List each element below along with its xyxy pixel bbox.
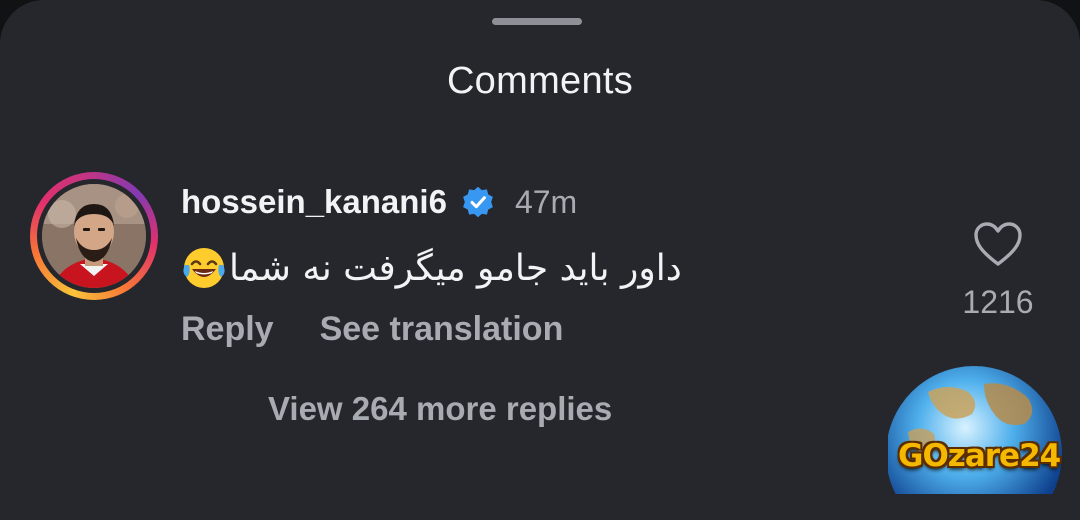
see-translation-button[interactable]: See translation (320, 310, 564, 349)
comment-username[interactable]: hossein_kanani6 (181, 183, 447, 221)
like-count: 1216 (962, 284, 1034, 320)
drag-handle[interactable] (492, 18, 582, 25)
comment-body: داور باید جامو میگرفت نه شما (181, 240, 701, 296)
watermark-logo: GOzare24 (888, 362, 1074, 494)
sheet-title: Comments (446, 60, 634, 102)
verified-badge-icon (463, 186, 493, 218)
comment-text: داور باید جامو میگرفت نه شما (229, 247, 682, 289)
comment-time: 47m (514, 183, 578, 220)
globe-logo (888, 366, 1062, 494)
view-more-replies-button[interactable]: View 264 more replies (268, 390, 612, 428)
comment-actions: Reply See translation (181, 310, 563, 349)
avatar-image (42, 184, 146, 288)
laughing-emoji-icon (183, 248, 225, 288)
comment-header: hossein_kanani6 47m (181, 180, 577, 224)
avatar[interactable] (30, 172, 158, 300)
reply-button[interactable]: Reply (181, 310, 274, 349)
heart-outline-icon[interactable] (972, 220, 1024, 268)
watermark-text: GOzare24 (898, 438, 1061, 474)
